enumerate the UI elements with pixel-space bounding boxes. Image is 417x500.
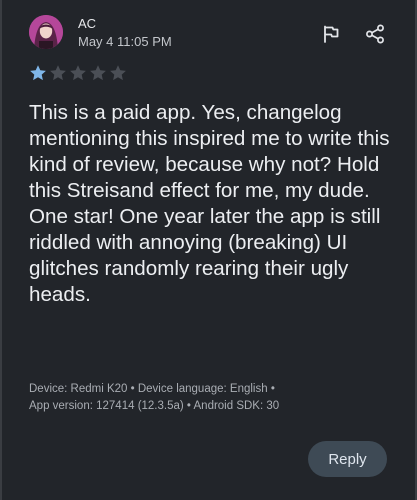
star-empty-icon <box>70 65 86 81</box>
flag-icon <box>324 25 339 43</box>
review-card: AC May 4 11:05 PM This is a paid app. Ye… <box>0 0 417 500</box>
flag-button[interactable] <box>317 20 345 48</box>
star-empty-icon <box>110 65 126 81</box>
review-text: This is a paid app. Yes, changelog menti… <box>29 101 390 306</box>
reply-button[interactable]: Reply <box>308 441 387 477</box>
avatar <box>29 15 63 49</box>
star-empty-icon <box>50 65 66 81</box>
left-edge-divider <box>0 0 2 500</box>
review-date: May 4 11:05 PM <box>78 34 172 49</box>
star-rating <box>29 64 127 82</box>
star-empty-icon <box>90 65 106 81</box>
device-info: Device: Redmi K20 • Device language: Eng… <box>29 381 399 415</box>
star-filled-icon <box>30 65 46 81</box>
app-version-line: App version: 127414 (12.3.5a) • Android … <box>29 400 280 412</box>
user-name: AC <box>78 16 97 31</box>
share-button[interactable] <box>361 20 389 48</box>
device-info-line: Device: Redmi K20 • Device language: Eng… <box>29 383 275 395</box>
share-icon <box>366 24 384 44</box>
